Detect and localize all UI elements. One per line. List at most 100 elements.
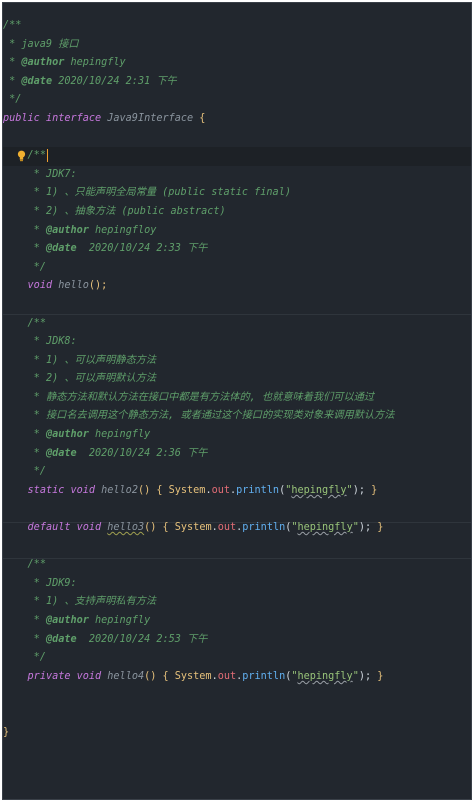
code-line: * java9 接口 — [3, 36, 471, 55]
code-line: * @author hepingfly — [33, 615, 151, 626]
class-name: System — [174, 522, 212, 534]
code-line: * 静态方法和默认方法在接口中都是有方法体的, 也就意味着我们可以通过 — [3, 389, 471, 408]
comment-text: 2020/10/24 2:31 下午 — [52, 75, 177, 87]
code-editor-window: /** * java9 接口 * @author hepingfly * @da… — [2, 2, 472, 800]
brace: { — [199, 112, 206, 124]
comment-text: * 2) 、抽象方法 (public abstract) — [33, 205, 226, 217]
comment-text: * 1) 、可以声明静态方法 — [33, 354, 157, 366]
javadoc-tag: @author — [45, 224, 89, 236]
code-line: void hello(); — [3, 277, 471, 296]
comment-text: * JDK9: — [33, 577, 77, 589]
javadoc-tag: @date — [45, 243, 77, 255]
code-editor[interactable]: /** * java9 接口 * @author hepingfly * @da… — [3, 3, 471, 742]
code-line: * 1) 、支持声明私有方法 — [3, 593, 471, 612]
string-literal: hepingfly — [291, 484, 347, 496]
method-name: hello2 — [95, 484, 138, 496]
comment-text: * 接口名去调用这个静态方法, 或者通过这个接口的实现类对象来调用默认方法 — [33, 410, 395, 422]
code-line: } — [3, 724, 471, 743]
code-line: * JDK9: — [3, 575, 471, 594]
lightbulb-icon[interactable] — [17, 150, 26, 162]
comment-text: 2020/10/24 2:36 下午 — [76, 447, 208, 459]
punctuation: (); — [88, 280, 108, 292]
comment-text: * java9 接口 — [3, 38, 79, 50]
code-line: * 接口名去调用这个静态方法, 或者通过这个接口的实现类对象来调用默认方法 — [3, 407, 471, 426]
field-name: out — [217, 522, 237, 534]
comment-text: */ — [3, 94, 22, 106]
brace: } — [377, 522, 384, 534]
keyword: private void — [27, 670, 102, 682]
comment-text: /** — [27, 150, 46, 162]
comment-text: hepingfly — [64, 57, 126, 69]
string-literal: hepingfly — [297, 670, 353, 682]
code-line: */ — [3, 649, 471, 668]
javadoc-tag: @date — [45, 633, 77, 645]
comment-text: /** — [27, 317, 46, 329]
field-name: out — [211, 484, 230, 496]
code-line: */ — [3, 259, 471, 278]
code-line: /** — [3, 17, 471, 36]
code-line: */ — [3, 91, 471, 110]
code-line: * @author hepingfly — [3, 57, 126, 69]
field-name: out — [217, 670, 237, 682]
comment-text: */ — [33, 261, 46, 273]
code-line: /** — [3, 315, 471, 334]
keyword: public interface — [3, 112, 102, 124]
brace: } — [371, 484, 378, 496]
keyword: static void — [27, 484, 96, 496]
javadoc-tag: @date — [45, 447, 77, 459]
code-line: private void hello4() { System.out.print… — [27, 670, 384, 682]
interface-name: Java9Interface — [101, 112, 194, 124]
comment-text: * 1) 、只能声明全局常量 (public static final) — [33, 187, 291, 199]
code-line: * 2) 、抽象方法 (public abstract) — [3, 203, 471, 222]
method-call: println — [242, 670, 286, 682]
comment-text: * JDK7: — [33, 168, 77, 180]
code-line: * JDK8: — [3, 333, 471, 352]
code-line: /** — [3, 556, 471, 575]
text-caret — [46, 148, 49, 162]
code-line: * @date 2020/10/24 2:36 下午 — [33, 447, 208, 459]
javadoc-tag: @date — [21, 75, 53, 87]
class-name: System — [168, 484, 206, 496]
brace: } — [377, 670, 384, 682]
javadoc-tag: @author — [45, 615, 89, 626]
comment-text: */ — [33, 466, 46, 478]
code-line: default void hello3() { System.out.print… — [27, 522, 384, 534]
method-call: println — [242, 522, 286, 534]
comment-text: hepingfloy — [88, 224, 157, 236]
keyword: void — [27, 280, 53, 292]
code-line: * @author hepingfly — [33, 429, 151, 441]
code-line: * @author hepingfloy — [33, 224, 157, 236]
comment-text: 2020/10/24 2:53 下午 — [76, 633, 208, 645]
comment-text: * 静态方法和默认方法在接口中都是有方法体的, 也就意味着我们可以通过 — [33, 391, 375, 403]
code-line: * @date 2020/10/24 2:31 下午 — [3, 75, 177, 87]
method-name: hello3 — [107, 522, 145, 534]
comment-text: /** — [3, 20, 22, 31]
comment-text: */ — [33, 652, 46, 664]
code-line: * @date 2020/10/24 2:53 下午 — [33, 633, 208, 645]
class-name: System — [174, 670, 212, 682]
comment-text: hepingfly — [88, 429, 151, 441]
method-name: hello4 — [101, 670, 145, 682]
code-line: * 1) 、只能声明全局常量 (public static final) — [3, 184, 471, 203]
code-line: public interface Java9Interface { — [3, 110, 471, 129]
comment-text: * 1) 、支持声明私有方法 — [33, 596, 157, 608]
comment-text: * 2) 、可以声明默认方法 — [33, 373, 157, 385]
keyword: default void — [27, 522, 102, 534]
comment-text: hepingfly — [88, 615, 151, 626]
code-line: */ — [3, 463, 471, 482]
brace: } — [3, 726, 10, 738]
comment-text: * JDK8: — [33, 336, 77, 348]
code-line-current: /** — [3, 147, 471, 166]
code-line: * 2) 、可以声明默认方法 — [3, 370, 471, 389]
comment-text: /** — [27, 559, 46, 571]
string-literal: hepingfly — [297, 522, 353, 534]
code-line: static void hello2() { System.out.printl… — [27, 484, 378, 496]
comment-text: 2020/10/24 2:33 下午 — [76, 243, 208, 255]
method-call: println — [236, 484, 280, 496]
javadoc-tag: @author — [21, 57, 65, 69]
